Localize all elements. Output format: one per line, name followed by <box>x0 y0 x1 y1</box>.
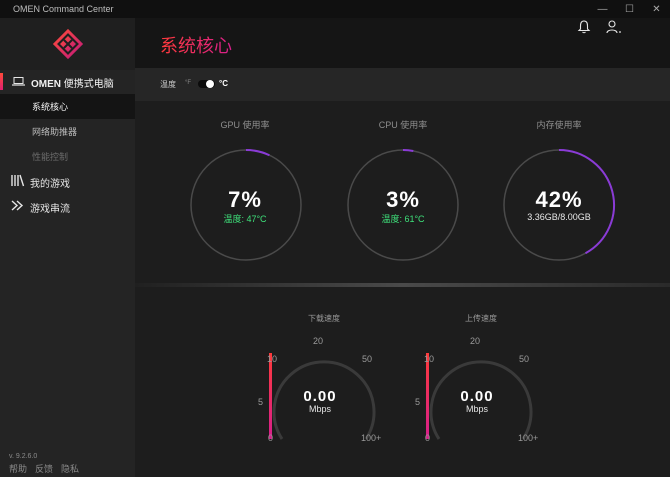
sidebar-item-game-streaming[interactable]: 游戏串流 <box>0 194 135 218</box>
omen-logo-icon <box>52 28 83 60</box>
sidebar: OMEN 便携式电脑 系统核心 网络助推器 性能控制 我的游戏 游戏串流 v. … <box>0 18 135 477</box>
tick-label: 10 <box>424 354 435 364</box>
gauge-memory-amount: 3.36GB/8.00GB <box>527 212 591 222</box>
tick-label: 50 <box>362 354 373 364</box>
maximize-button[interactable]: ☐ <box>616 0 643 18</box>
page-title: 系统核心 <box>160 32 232 58</box>
title-bar: OMEN Command Center — ☐ ✕ <box>0 0 670 18</box>
gauge-value: 7% <box>228 187 262 212</box>
gauge-temperature: 温度: 47°C <box>223 214 267 224</box>
bell-icon[interactable] <box>577 20 591 34</box>
tick-label: 10 <box>267 354 278 364</box>
help-link[interactable]: 帮助 <box>9 462 27 475</box>
app-version: v. 9.2.6.0 <box>9 453 38 460</box>
ring-fill <box>402 148 414 152</box>
ring-fill <box>245 149 270 157</box>
footer-links: 帮助 反馈 隐私 <box>9 462 79 475</box>
gauge-title: 内存使用率 <box>536 120 582 130</box>
tick-label: 5 <box>258 397 264 407</box>
feedback-link[interactable]: 反馈 <box>35 462 53 475</box>
tick-label: 0 <box>268 433 274 443</box>
download-speed-value: 0.00 <box>303 388 337 405</box>
window-controls: — ☐ ✕ <box>589 0 670 18</box>
gauge-title: CPU 使用率 <box>378 120 428 130</box>
tick-label: 20 <box>313 336 324 346</box>
sidebar-item-label: 我的游戏 <box>30 179 70 190</box>
temperature-label: 温度 <box>160 80 176 89</box>
tick-label: 100+ <box>361 433 382 443</box>
network-speed-panel <box>135 287 670 477</box>
tick-label: 5 <box>415 397 421 407</box>
upload-speed-value: 0.00 <box>460 388 494 405</box>
laptop-icon <box>12 77 25 86</box>
sidebar-subitem-performance-control: 性能控制 <box>32 152 69 162</box>
window-title: OMEN Command Center <box>13 4 114 14</box>
close-button[interactable]: ✕ <box>643 0 670 18</box>
active-accent-bar <box>0 73 3 90</box>
omen-logo[interactable] <box>0 18 135 70</box>
tick-label: 20 <box>470 336 481 346</box>
stream-icon <box>11 200 24 211</box>
fahrenheit-label: °F <box>185 80 192 86</box>
temperature-unit-toggle[interactable] <box>198 80 215 88</box>
speed-title: 上传速度 <box>465 314 497 323</box>
sidebar-subitem-network-booster[interactable]: 网络助推器 <box>0 119 135 144</box>
download-speed-unit: Mbps <box>308 404 331 414</box>
sidebar-item-label: OMEN 便携式电脑 <box>31 79 114 90</box>
page-header: 系统核心 <box>135 18 670 68</box>
minimize-button[interactable]: — <box>589 0 616 18</box>
toggle-knob <box>206 80 214 88</box>
user-icon[interactable] <box>606 20 622 34</box>
sidebar-item-label: 游戏串流 <box>30 204 70 215</box>
sidebar-subitem-system-core[interactable]: 系统核心 <box>0 94 135 119</box>
library-icon <box>11 174 25 187</box>
tick-label: 0 <box>425 433 431 443</box>
celsius-label: °C <box>219 79 228 88</box>
speed-title: 下载速度 <box>308 314 340 323</box>
tick-label: 50 <box>519 354 530 364</box>
sidebar-item-my-games[interactable]: 我的游戏 <box>0 169 135 193</box>
gauge-value: 3% <box>386 187 420 212</box>
temperature-unit-bar: 温度 °F °C <box>135 68 670 101</box>
gauge-temperature: 温度: 61°C <box>381 214 425 224</box>
gauge-title: GPU 使用率 <box>220 120 270 130</box>
gauge-value: 42% <box>535 187 583 212</box>
sidebar-item-omen-laptop[interactable]: OMEN 便携式电脑 <box>0 71 135 92</box>
upload-speed-unit: Mbps <box>465 404 488 414</box>
tick-label: 100+ <box>518 433 539 443</box>
privacy-link[interactable]: 隐私 <box>61 462 79 475</box>
